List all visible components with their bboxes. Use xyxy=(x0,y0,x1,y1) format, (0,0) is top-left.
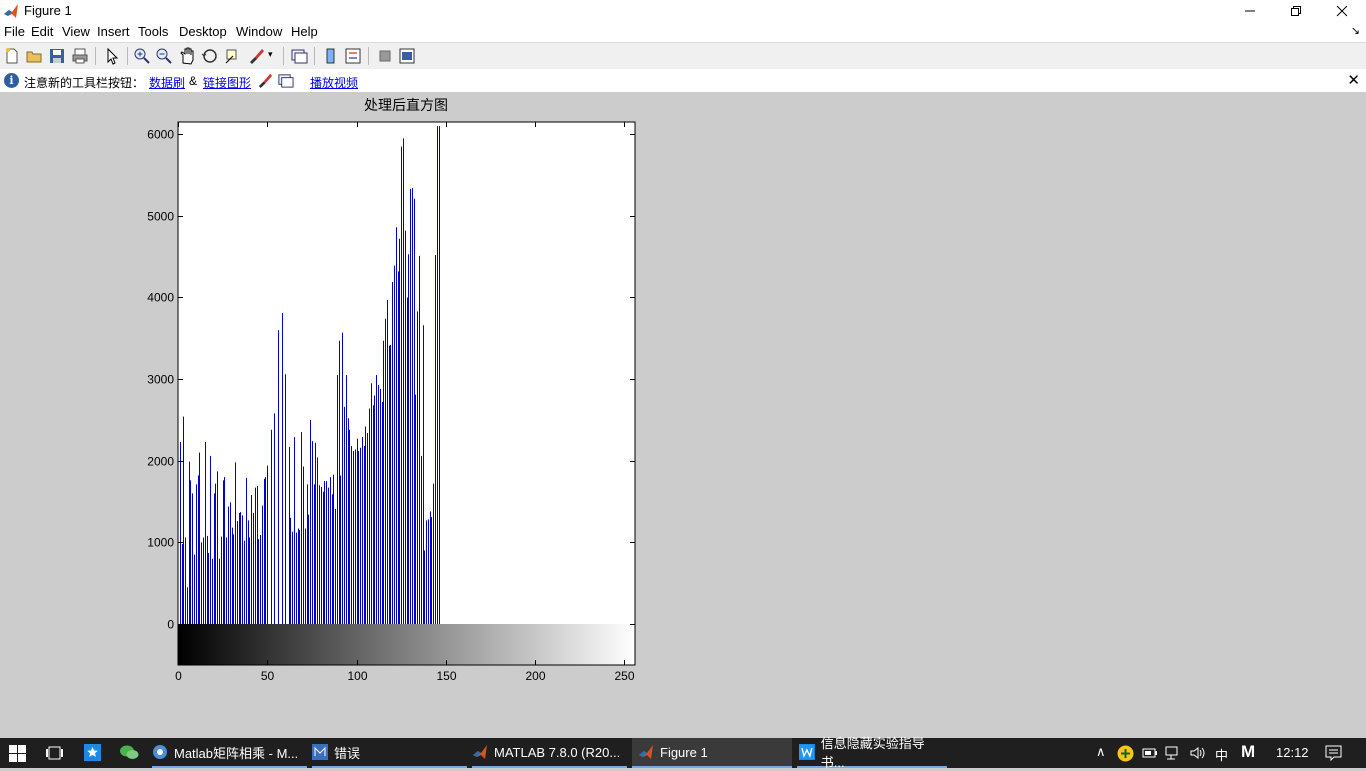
browser-icon xyxy=(153,745,167,759)
ampersand-text: & xyxy=(189,74,198,88)
info-notice-text: 注意新的工具栏按钮： xyxy=(24,76,145,90)
pan-hand-icon[interactable] xyxy=(178,47,196,65)
taskbar-item-label: Matlab矩阵相乘 - M... xyxy=(174,745,299,761)
figure-canvas: 处理后直方图 0 1000 2000 3000 4000 5000 6000 0 50 100 15… xyxy=(0,92,1366,738)
rotate-3d-icon[interactable] xyxy=(201,47,219,65)
toolbar-separator xyxy=(314,47,315,65)
restore-icon xyxy=(1291,6,1301,16)
app-window-icon xyxy=(312,744,328,760)
ime-indicator[interactable]: 中 xyxy=(1215,745,1228,764)
toolbar-separator xyxy=(283,47,284,65)
data-cursor-icon[interactable] xyxy=(224,47,242,65)
menu-desktop[interactable]: Desktop xyxy=(179,24,227,39)
menu-window[interactable]: Window xyxy=(236,24,282,39)
brush-icon xyxy=(258,73,273,89)
y-tick-label: 2000 xyxy=(147,455,174,469)
data-brush-link[interactable]: 数据刷 xyxy=(149,74,185,91)
chart-title: 处理后直方图 xyxy=(364,97,448,114)
tray-chevron-up-icon[interactable]: ∧ xyxy=(1096,744,1106,760)
zoom-in-icon[interactable] xyxy=(133,47,151,65)
menu-help[interactable]: Help xyxy=(291,24,318,39)
action-center-icon[interactable] xyxy=(1325,745,1342,761)
taskbar-item-figure1[interactable]: Figure 1 xyxy=(632,738,792,768)
battery-icon[interactable] xyxy=(1142,746,1158,760)
close-button[interactable] xyxy=(1319,0,1365,22)
taskbar: Matlab矩阵相乘 - M... 错误 MATLAB 7.8.0 (R20..… xyxy=(0,736,1366,770)
matlab-logo-icon xyxy=(3,3,19,19)
restore-button[interactable] xyxy=(1273,0,1319,22)
task-view-icon[interactable] xyxy=(45,745,64,761)
y-tick-label: 4000 xyxy=(147,291,174,305)
ime-mode-indicator[interactable]: M xyxy=(1241,742,1255,762)
x-tick-label: 150 xyxy=(436,669,456,683)
taskbar-item-matlab[interactable]: MATLAB 7.8.0 (R20... xyxy=(472,738,627,768)
toolbar-separator xyxy=(368,47,369,65)
print-icon[interactable] xyxy=(71,47,89,65)
menu-edit[interactable]: Edit xyxy=(31,24,53,39)
edit-plot-arrow-icon[interactable] xyxy=(103,47,121,65)
x-tick-label: 250 xyxy=(614,669,634,683)
document-app-icon xyxy=(799,744,815,760)
menu-insert[interactable]: Insert xyxy=(97,24,130,39)
minimize-icon xyxy=(1245,10,1255,12)
brush-icon[interactable] xyxy=(247,47,265,65)
taskbar-item-matlab-matrix[interactable]: Matlab矩阵相乘 - M... xyxy=(152,738,307,768)
x-tick-label: 50 xyxy=(261,669,275,683)
x-tick-label: 200 xyxy=(525,669,545,683)
histogram-chart: 处理后直方图 0 1000 2000 3000 4000 5000 6000 0 50 100 15… xyxy=(147,97,636,683)
minimize-button[interactable] xyxy=(1227,0,1273,22)
y-tick-label: 5000 xyxy=(147,210,174,224)
new-figure-icon[interactable] xyxy=(3,47,21,65)
matlab-logo-icon xyxy=(473,745,487,759)
y-tick-label: 0 xyxy=(167,618,174,632)
taskbar-item-label: 错误 xyxy=(334,745,361,761)
network-icon[interactable] xyxy=(1165,745,1182,761)
close-icon xyxy=(1336,5,1348,17)
y-tick-label: 3000 xyxy=(147,373,174,387)
volume-icon[interactable] xyxy=(1189,745,1206,761)
taskbar-item-label: 信息隐藏实验指导书... xyxy=(820,736,925,770)
x-tick-label: 0 xyxy=(175,669,182,683)
wechat-icon[interactable] xyxy=(120,744,139,761)
pinned-app-icon[interactable] xyxy=(84,744,101,761)
save-icon[interactable] xyxy=(48,47,66,65)
info-icon: i xyxy=(4,73,19,88)
grayscale-colorbar xyxy=(178,624,635,665)
toolbar-separator xyxy=(127,47,128,65)
hide-plot-tools-icon[interactable] xyxy=(376,47,394,65)
menu-file[interactable]: File xyxy=(4,24,25,39)
menu-tools[interactable]: Tools xyxy=(138,24,168,39)
x-tick-label: 100 xyxy=(347,669,367,683)
brush-dropdown-icon[interactable]: ▾ xyxy=(268,49,273,60)
toolbar: ▾ xyxy=(0,42,1366,70)
taskbar-item-label: Figure 1 xyxy=(660,744,708,760)
play-video-link[interactable]: 播放视频 xyxy=(310,74,358,91)
taskbar-item-doc[interactable]: 信息隐藏实验指导书... xyxy=(797,736,947,770)
tray-app-icon[interactable] xyxy=(1117,745,1134,762)
clock-time[interactable]: 12:12 xyxy=(1276,745,1309,760)
show-plot-tools-icon[interactable] xyxy=(398,47,416,65)
matlab-logo-icon xyxy=(639,745,653,759)
insert-legend-icon[interactable] xyxy=(344,47,362,65)
taskbar-item-label: MATLAB 7.8.0 (R20... xyxy=(494,744,621,760)
zoom-out-icon[interactable] xyxy=(155,47,173,65)
linked-plot-link[interactable]: 链接图形 xyxy=(203,74,251,91)
taskbar-item-error[interactable]: 错误 xyxy=(312,738,467,768)
toolbar-separator xyxy=(95,47,96,65)
menu-view[interactable]: View xyxy=(62,24,90,39)
windows-start-icon[interactable] xyxy=(9,745,26,762)
y-tick-label: 6000 xyxy=(147,128,174,142)
info-bar: i 注意新的工具栏按钮： 数据刷 & 链接图形 播放视频 ✕ xyxy=(0,69,1366,92)
dock-arrow-icon[interactable]: ↘ xyxy=(1351,24,1360,37)
link-plot-icon xyxy=(278,74,294,88)
close-infobar-icon[interactable]: ✕ xyxy=(1347,71,1360,89)
y-tick-label: 1000 xyxy=(147,536,174,550)
insert-colorbar-icon[interactable] xyxy=(322,47,340,65)
open-file-icon[interactable] xyxy=(25,47,43,65)
link-plot-icon[interactable] xyxy=(290,47,308,65)
title-bar: Figure 1 xyxy=(0,0,1366,22)
window-title: Figure 1 xyxy=(24,3,72,18)
menu-bar: File Edit View Insert Tools Desktop Wind… xyxy=(0,22,1366,42)
